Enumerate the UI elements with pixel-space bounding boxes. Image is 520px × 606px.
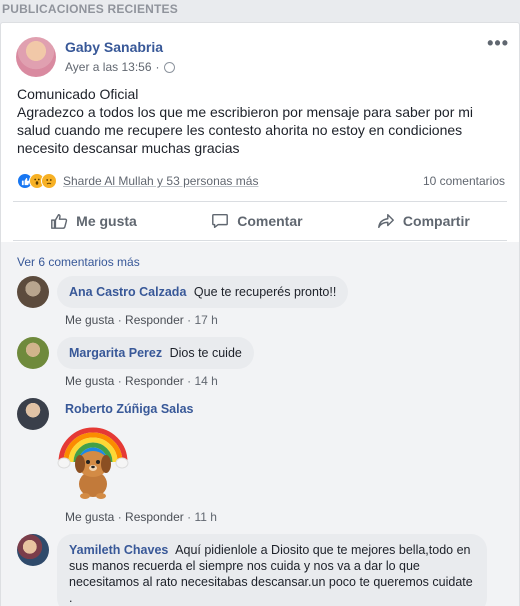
reactions-bar: Sharde Al Mullah y 53 personas más 10 co… [17, 171, 505, 191]
comment-button-label: Comentar [237, 213, 303, 229]
separator-dot: · [117, 313, 122, 327]
comment-bubble: Margarita Perez Dios te cuide [57, 337, 254, 369]
separator-dot: · [155, 60, 160, 74]
post-text-line: Agradezco a todos los que me escribieron… [17, 104, 474, 156]
commenter-name[interactable]: Ana Castro Calzada [69, 285, 186, 299]
comment-timestamp[interactable]: 17 h [194, 313, 217, 327]
comment-reply-link[interactable]: Responder [125, 510, 184, 524]
comment-timestamp[interactable]: 11 h [194, 510, 216, 524]
comment-timestamp[interactable]: 14 h [194, 374, 217, 388]
section-title: PUBLICACIONES RECIENTES [2, 2, 178, 16]
comment-actions: Me gusta · Responder · 11 h [65, 510, 217, 524]
thumbs-up-icon [51, 213, 68, 229]
comment-like-link[interactable]: Me gusta [65, 510, 114, 524]
share-icon [377, 213, 394, 229]
commenter-name[interactable]: Margarita Perez [69, 346, 162, 360]
separator-dot: · [117, 374, 122, 388]
commenter-avatar[interactable] [17, 337, 49, 369]
comment-actions: Me gusta · Responder · 14 h [65, 374, 218, 388]
separator-dot: · [187, 510, 192, 524]
like-button-label: Me gusta [76, 213, 137, 229]
post-timestamp[interactable]: Ayer a las 13:56 [65, 60, 152, 74]
comment-reply-link[interactable]: Responder [125, 313, 184, 327]
comment-like-link[interactable]: Me gusta [65, 374, 114, 388]
commenter-name[interactable]: Yamileth Chaves [69, 543, 168, 557]
share-button-label: Compartir [402, 213, 470, 229]
view-more-comments-link[interactable]: Ver 6 comentarios más [17, 255, 140, 269]
post-author-name[interactable]: Gaby Sanabria [65, 39, 163, 55]
reactions-names-link[interactable]: Sharde Al Mullah y 53 personas más [63, 174, 258, 188]
comment-reply-link[interactable]: Responder [125, 374, 184, 388]
comment-item: Yamileth Chaves Aquí pidienlole a Diosit… [17, 534, 507, 606]
comment-bubble: Yamileth Chaves Aquí pidienlole a Diosit… [57, 534, 487, 606]
rainbow-puppy-sticker[interactable] [57, 420, 129, 502]
comments-count-link[interactable]: 10 comentarios [423, 174, 505, 188]
comment-text: Que te recuperés pronto!! [193, 285, 337, 299]
sad-reaction-icon[interactable] [41, 173, 57, 189]
separator-dot: · [187, 374, 192, 388]
more-options-icon[interactable]: ••• [487, 33, 509, 54]
separator-dot: · [117, 510, 122, 524]
comment-item: Margarita Perez Dios te cuide Me gusta ·… [17, 337, 497, 397]
post-actions-bar: Me gusta Comentar Compartir [13, 201, 507, 241]
post-text-line: Comunicado Oficial [17, 86, 139, 102]
post-card: Gaby Sanabria Ayer a las 13:56 · ••• Com… [0, 22, 520, 606]
comment-text: Dios te cuide [169, 346, 242, 360]
comment-like-link[interactable]: Me gusta [65, 313, 114, 327]
post-meta: Ayer a las 13:56 · [65, 60, 175, 74]
commenter-avatar[interactable] [17, 276, 49, 308]
share-button[interactable]: Compartir [377, 212, 470, 230]
comment-actions: Me gusta · Responder · 17 h [65, 313, 218, 327]
comment-item: Roberto Zúñiga Salas Me gusta · Responde… [17, 398, 497, 533]
post-author-avatar[interactable] [16, 37, 56, 77]
post-text: Comunicado Oficial Agradezco a todos los… [17, 85, 507, 157]
globe-icon[interactable] [163, 61, 175, 73]
commenter-avatar[interactable] [17, 534, 49, 566]
comment-item: Ana Castro Calzada Que te recuperés pron… [17, 276, 497, 336]
comment-icon [212, 213, 229, 229]
separator-dot: · [187, 313, 192, 327]
commenter-name[interactable]: Roberto Zúñiga Salas [65, 402, 194, 416]
comment-button[interactable]: Comentar [211, 212, 303, 230]
commenter-avatar[interactable] [17, 398, 49, 430]
comments-section: Ver 6 comentarios más Ana Castro Calzada… [1, 242, 519, 606]
comment-bubble: Ana Castro Calzada Que te recuperés pron… [57, 276, 349, 308]
like-button[interactable]: Me gusta [50, 212, 137, 230]
